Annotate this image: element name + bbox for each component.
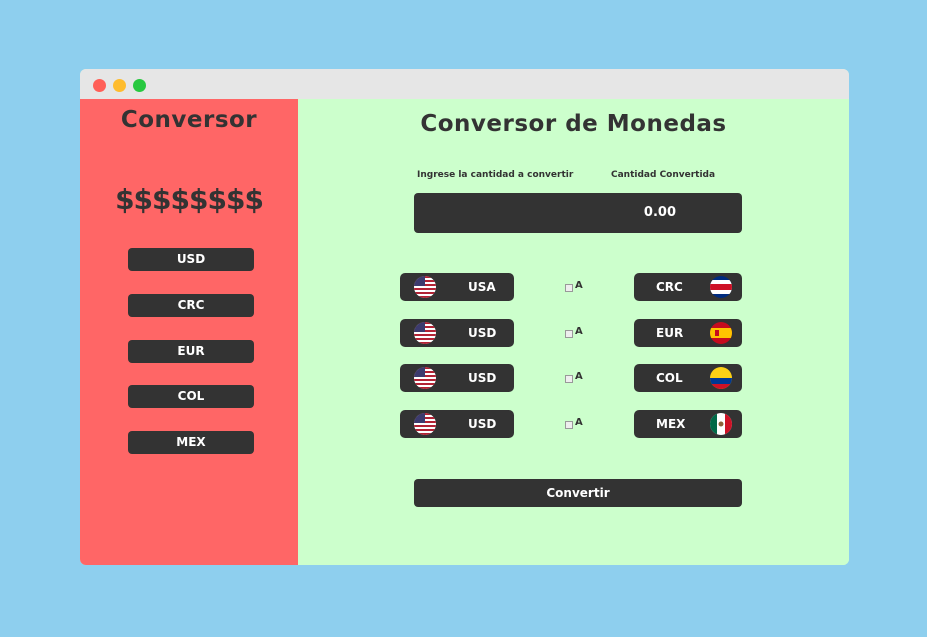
from-currency-label: USD: [468, 326, 497, 340]
swap-label: A: [575, 417, 583, 428]
sidebar-button-col[interactable]: COL: [128, 385, 254, 408]
colombia-flag-icon: [710, 367, 732, 389]
app-window: Conversor $$$$$$$$ USD CRC EUR COL MEX C…: [80, 69, 849, 565]
swap-label: A: [575, 326, 583, 337]
money-symbols: $$$$$$$$: [115, 183, 264, 216]
sidebar-button-mex[interactable]: MEX: [128, 431, 254, 454]
input-amount-label: Ingrese la cantidad a convertir: [417, 170, 574, 180]
page-title: Conversor de Monedas: [420, 111, 727, 137]
costa-rica-flag-icon: [710, 276, 732, 298]
converted-amount-label: Cantidad Convertida: [611, 170, 716, 180]
from-currency-button-usa[interactable]: USA: [400, 273, 514, 301]
main-panel: Conversor de Monedas Ingrese la cantidad…: [298, 99, 849, 565]
checkbox-box[interactable]: [565, 330, 573, 338]
swap-label: A: [575, 280, 583, 291]
from-currency-button-usd[interactable]: USD: [400, 410, 514, 438]
swap-checkbox[interactable]: A: [565, 280, 585, 294]
swap-label: A: [575, 371, 583, 382]
swap-checkbox[interactable]: A: [565, 371, 585, 385]
convert-button[interactable]: Convertir: [414, 479, 742, 507]
us-flag-icon: [414, 322, 436, 344]
spain-flag-icon: [710, 322, 732, 344]
title-bar: [80, 69, 849, 99]
minimize-window-button[interactable]: [113, 79, 126, 92]
us-flag-icon: [414, 413, 436, 435]
to-currency-button-col[interactable]: COL: [634, 364, 742, 392]
to-currency-label: COL: [656, 371, 683, 385]
maximize-window-button[interactable]: [133, 79, 146, 92]
sidebar-button-usd[interactable]: USD: [128, 248, 254, 271]
sidebar: Conversor $$$$$$$$ USD CRC EUR COL MEX: [80, 99, 298, 565]
sidebar-button-eur[interactable]: EUR: [128, 340, 254, 363]
mexico-flag-icon: [710, 413, 732, 435]
to-currency-button-crc[interactable]: CRC: [634, 273, 742, 301]
sidebar-title: Conversor: [120, 107, 258, 133]
converted-amount-value: 0.00: [643, 205, 676, 220]
checkbox-box[interactable]: [565, 284, 573, 292]
swap-checkbox[interactable]: A: [565, 417, 585, 431]
checkbox-box[interactable]: [565, 421, 573, 429]
sidebar-button-crc[interactable]: CRC: [128, 294, 254, 317]
checkbox-box[interactable]: [565, 375, 573, 383]
swap-checkbox[interactable]: A: [565, 326, 585, 340]
close-window-button[interactable]: [93, 79, 106, 92]
from-currency-button-usd[interactable]: USD: [400, 319, 514, 347]
to-currency-label: EUR: [656, 326, 684, 340]
to-currency-label: CRC: [656, 280, 683, 294]
to-currency-label: MEX: [656, 417, 686, 431]
from-currency-label: USA: [468, 280, 496, 294]
us-flag-icon: [414, 367, 436, 389]
to-currency-button-eur[interactable]: EUR: [634, 319, 742, 347]
from-currency-button-usd[interactable]: USD: [400, 364, 514, 392]
from-currency-label: USD: [468, 417, 497, 431]
amount-display[interactable]: 0.00: [414, 193, 742, 233]
to-currency-button-mex[interactable]: MEX: [634, 410, 742, 438]
us-flag-icon: [414, 276, 436, 298]
from-currency-label: USD: [468, 371, 497, 385]
